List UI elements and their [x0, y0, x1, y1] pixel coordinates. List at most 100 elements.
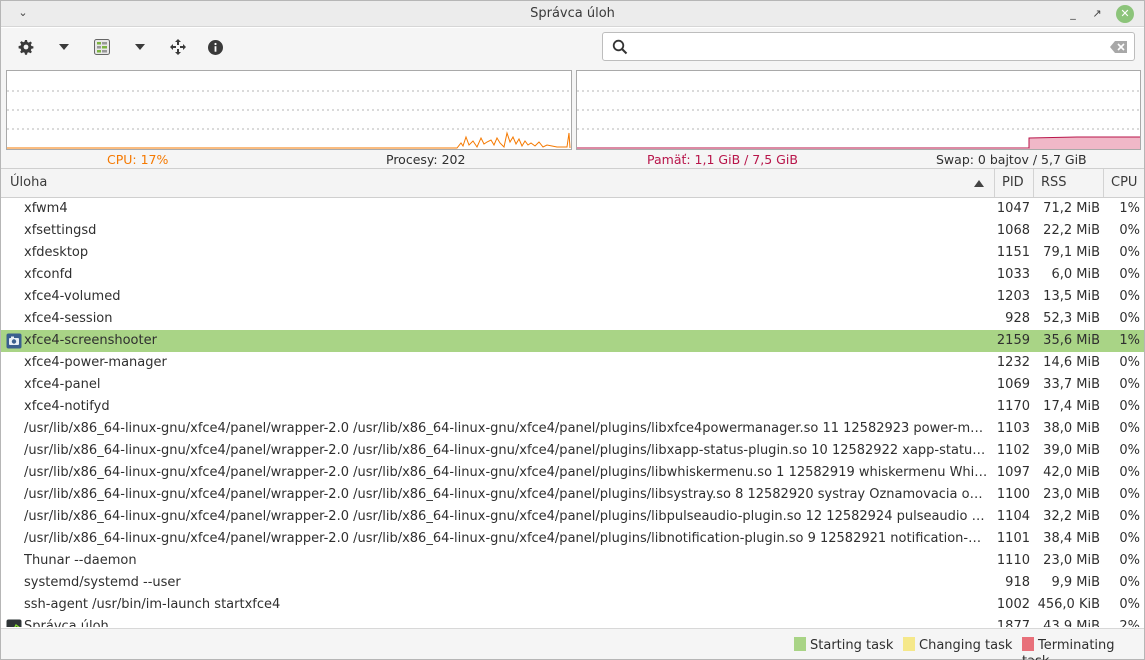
- sort-ascending-icon: [974, 180, 984, 187]
- process-row[interactable]: xfsettingsd 1068 22,2 MiB 0%: [1, 220, 1144, 242]
- window-title: Správca úloh: [530, 6, 615, 21]
- process-pid: 1170: [996, 399, 1030, 414]
- process-name: /usr/lib/x86_64-linux-gnu/xfce4/panel/wr…: [24, 531, 989, 546]
- process-rss: 23,0 MiB: [1043, 553, 1100, 568]
- maximize-icon[interactable]: ↗: [1088, 5, 1106, 23]
- process-row[interactable]: xfwm4 1047 71,2 MiB 1%: [1, 198, 1144, 220]
- process-pid: 1232: [996, 355, 1030, 370]
- process-pid: 918: [1005, 575, 1030, 590]
- process-cpu: 1%: [1119, 333, 1140, 348]
- process-row[interactable]: ssh-agent /usr/bin/im-launch startxfce4 1…: [1, 594, 1144, 616]
- process-cpu: 0%: [1119, 421, 1140, 436]
- process-name: /usr/lib/x86_64-linux-gnu/xfce4/panel/wr…: [24, 421, 989, 436]
- search-input[interactable]: [635, 36, 1095, 57]
- process-row[interactable]: xfce4-screenshooter 2159 35,6 MiB 1%: [1, 330, 1144, 352]
- legend-changing-label: Changing task: [919, 638, 1013, 653]
- process-name: /usr/lib/x86_64-linux-gnu/xfce4/panel/wr…: [24, 465, 989, 480]
- legend-starting: Starting task: [794, 637, 893, 653]
- process-pid: 1100: [996, 487, 1030, 502]
- search-field[interactable]: [602, 32, 1135, 61]
- process-row[interactable]: xfce4-power-manager 1232 14,6 MiB 0%: [1, 352, 1144, 374]
- process-name: Thunar --daemon: [24, 553, 137, 568]
- minimize-icon[interactable]: _: [1064, 5, 1082, 23]
- process-name: xfsettingsd: [24, 223, 97, 238]
- monitor-graphs: CPU: 17% Procesy: 202 Pamäť: 1,1 GiB / 7…: [1, 66, 1144, 168]
- legend-terminating: Terminating task: [1022, 637, 1144, 660]
- process-cpu: 0%: [1119, 399, 1140, 414]
- legend-starting-label: Starting task: [810, 638, 894, 653]
- starting-swatch: [794, 637, 806, 651]
- process-rss: 32,2 MiB: [1043, 509, 1100, 524]
- column-header-cpu[interactable]: CPU: [1103, 169, 1144, 197]
- select-window-crosshair-icon[interactable]: [168, 37, 188, 57]
- process-rss: 39,0 MiB: [1043, 443, 1100, 458]
- process-row[interactable]: xfdesktop 1151 79,1 MiB 0%: [1, 242, 1144, 264]
- process-row[interactable]: /usr/lib/x86_64-linux-gnu/xfce4/panel/wr…: [1, 506, 1144, 528]
- process-rss: 9,9 MiB: [1051, 575, 1100, 590]
- process-name: xfce4-screenshooter: [24, 333, 157, 348]
- process-name: ssh-agent /usr/bin/im-launch startxfce4: [24, 597, 281, 612]
- process-row[interactable]: xfce4-panel 1069 33,7 MiB 0%: [1, 374, 1144, 396]
- process-count-label: Procesy: 202: [386, 152, 466, 167]
- process-cpu: 0%: [1119, 443, 1140, 458]
- process-cpu: 0%: [1119, 289, 1140, 304]
- process-pid: 928: [1005, 311, 1030, 326]
- process-cpu: 0%: [1119, 267, 1140, 282]
- title-bar: ⌄ Správca úloh _ ↗ ✕: [1, 1, 1144, 27]
- process-rss: 38,4 MiB: [1043, 531, 1100, 546]
- clear-search-icon[interactable]: [1110, 41, 1127, 53]
- process-row[interactable]: /usr/lib/x86_64-linux-gnu/xfce4/panel/wr…: [1, 462, 1144, 484]
- process-row[interactable]: Správca úloh 1877 43,9 MiB 2%: [1, 616, 1144, 627]
- process-row[interactable]: xfce4-notifyd 1170 17,4 MiB 0%: [1, 396, 1144, 418]
- process-pid: 1103: [996, 421, 1030, 436]
- process-cpu: 0%: [1119, 355, 1140, 370]
- column-header-rss[interactable]: RSS: [1033, 169, 1103, 197]
- process-name: xfwm4: [24, 201, 68, 216]
- process-rss: 43,9 MiB: [1043, 619, 1100, 627]
- process-rss: 35,6 MiB: [1043, 333, 1100, 348]
- settings-dropdown-arrow-icon[interactable]: [54, 37, 74, 57]
- process-rss: 23,0 MiB: [1043, 487, 1100, 502]
- legend-terminating-label: Terminating task: [1022, 638, 1115, 660]
- column-header-task[interactable]: Úloha: [3, 169, 994, 197]
- process-pid: 1068: [996, 223, 1030, 238]
- settings-gear-icon[interactable]: [16, 37, 36, 57]
- process-name: xfce4-volumed: [24, 289, 121, 304]
- process-cpu: 0%: [1119, 377, 1140, 392]
- process-rss: 6,0 MiB: [1051, 267, 1100, 282]
- cpu-usage-label: CPU: 17%: [107, 152, 169, 167]
- task-manager-window: ⌄ Správca úloh _ ↗ ✕ CPU: 17% Procesy: 2…: [0, 0, 1145, 660]
- process-pid: 1110: [996, 553, 1030, 568]
- process-cpu: 0%: [1119, 597, 1140, 612]
- search-icon: [612, 39, 628, 55]
- process-pid: 1102: [996, 443, 1030, 458]
- process-row[interactable]: xfce4-volumed 1203 13,5 MiB 0%: [1, 286, 1144, 308]
- process-row[interactable]: /usr/lib/x86_64-linux-gnu/xfce4/panel/wr…: [1, 418, 1144, 440]
- about-info-icon[interactable]: [205, 37, 225, 57]
- process-row[interactable]: systemd/systemd --user 918 9,9 MiB 0%: [1, 572, 1144, 594]
- task-manager-icon: [6, 619, 22, 627]
- process-rss: 42,0 MiB: [1043, 465, 1100, 480]
- process-row[interactable]: /usr/lib/x86_64-linux-gnu/xfce4/panel/wr…: [1, 528, 1144, 550]
- view-options-icon[interactable]: [92, 37, 112, 57]
- process-name: /usr/lib/x86_64-linux-gnu/xfce4/panel/wr…: [24, 443, 989, 458]
- memory-graph: [576, 70, 1141, 150]
- column-header-pid[interactable]: PID: [994, 169, 1033, 197]
- terminating-swatch: [1022, 637, 1034, 651]
- process-pid: 1151: [996, 245, 1030, 260]
- process-row[interactable]: xfconfd 1033 6,0 MiB 0%: [1, 264, 1144, 286]
- changing-swatch: [903, 637, 915, 651]
- process-row[interactable]: /usr/lib/x86_64-linux-gnu/xfce4/panel/wr…: [1, 440, 1144, 462]
- close-icon[interactable]: ✕: [1116, 5, 1134, 23]
- process-pid: 1047: [996, 201, 1030, 216]
- process-rss: 79,1 MiB: [1043, 245, 1100, 260]
- process-cpu: 2%: [1119, 619, 1140, 627]
- process-row[interactable]: /usr/lib/x86_64-linux-gnu/xfce4/panel/wr…: [1, 484, 1144, 506]
- process-row[interactable]: xfce4-session 928 52,3 MiB 0%: [1, 308, 1144, 330]
- cpu-graph: [6, 70, 572, 150]
- process-row[interactable]: Thunar --daemon 1110 23,0 MiB 0%: [1, 550, 1144, 572]
- process-pid: 1101: [996, 531, 1030, 546]
- swap-usage-label: Swap: 0 bajtov / 5,7 GiB: [936, 152, 1087, 167]
- view-dropdown-arrow-icon[interactable]: [130, 37, 150, 57]
- memory-usage-label: Pamäť: 1,1 GiB / 7,5 GiB: [647, 152, 798, 167]
